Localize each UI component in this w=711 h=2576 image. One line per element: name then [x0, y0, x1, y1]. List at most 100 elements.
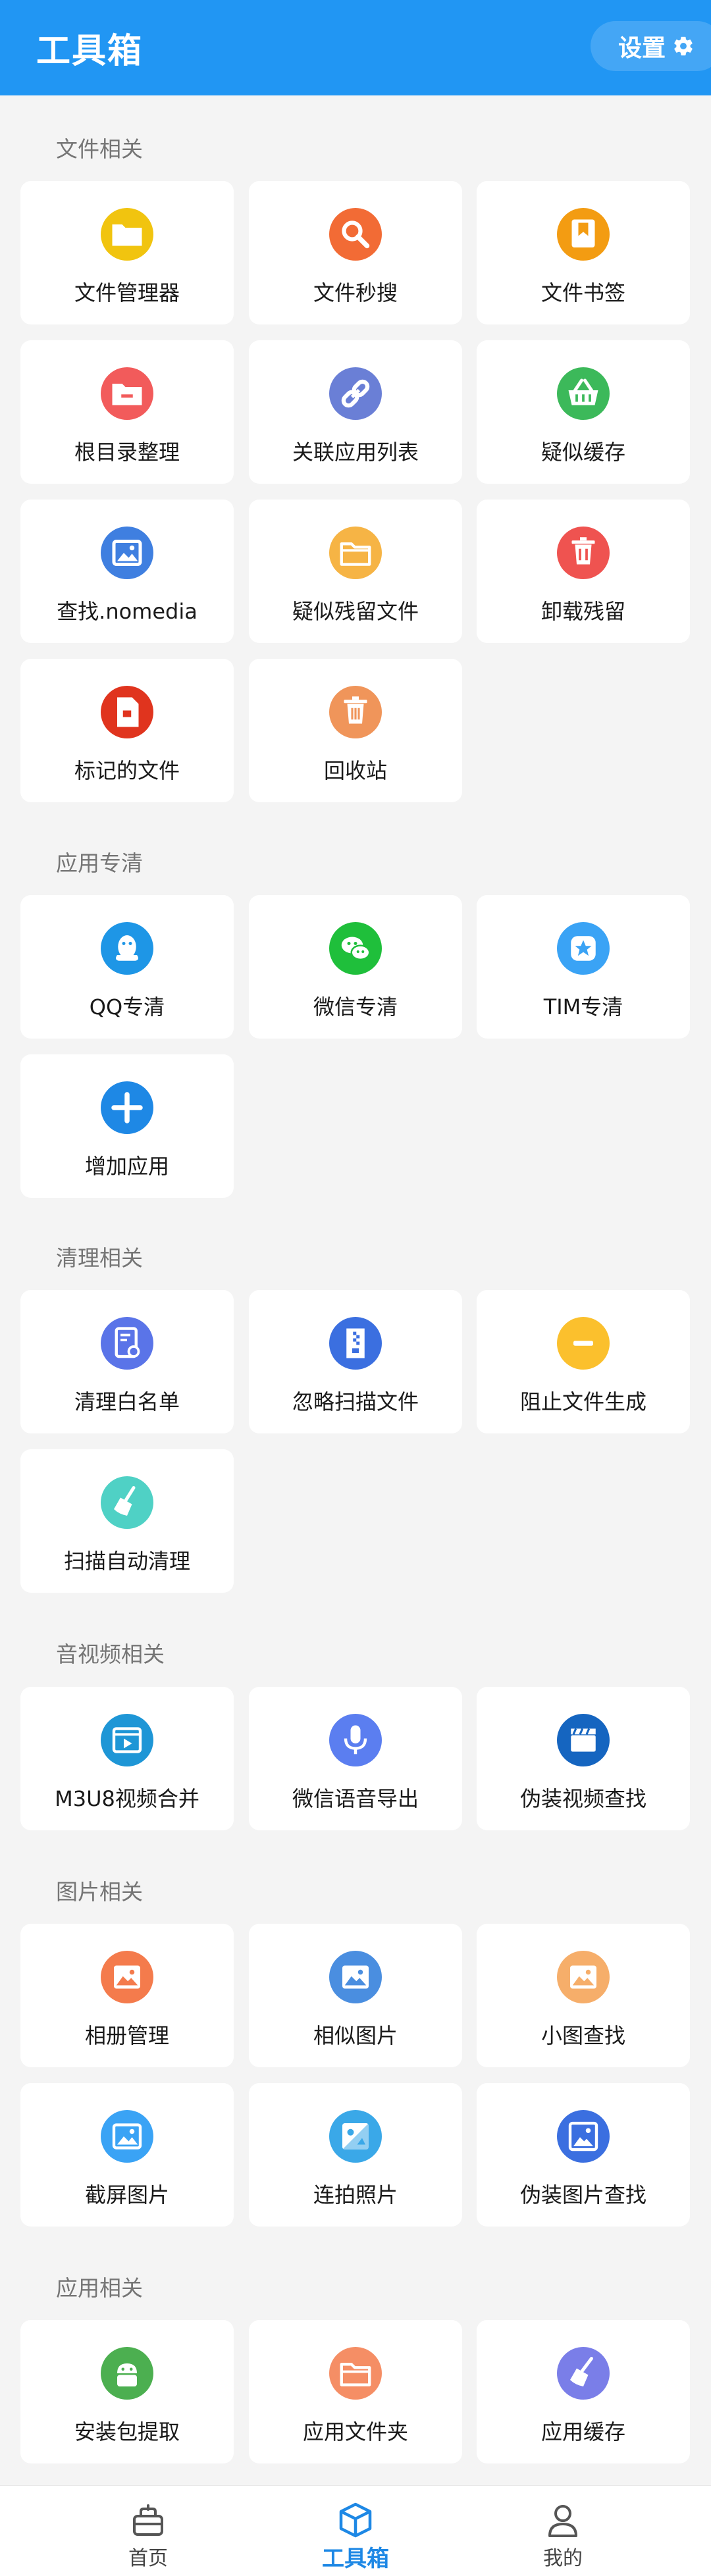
tool-card-label: 相册管理	[84, 2023, 169, 2048]
android-icon	[101, 2347, 153, 2400]
tool-card-video-merge[interactable]: M3U8视频合并	[20, 1687, 234, 1830]
tool-card-marked-file[interactable]: 标记的文件	[20, 659, 234, 802]
marked-file-icon	[101, 686, 153, 738]
tool-card-label: QQ专清	[89, 994, 165, 1019]
small-image-icon	[557, 1951, 610, 2003]
tool-card-label: 查找.nomedia	[57, 599, 198, 624]
tool-card-app-cache[interactable]: 应用缓存	[477, 2320, 690, 2463]
tool-card-fake-image[interactable]: 伪装图片查找	[477, 2083, 690, 2227]
tool-card-folder-outline[interactable]: 疑似残留文件	[249, 500, 462, 643]
tool-card-label: 伪装视频查找	[519, 1786, 646, 1811]
tool-card-basket[interactable]: 疑似缓存	[477, 340, 690, 484]
search-icon	[329, 208, 382, 261]
tool-card-bookmark[interactable]: 文件书签	[477, 181, 690, 324]
tool-card-burst-photo[interactable]: 连拍照片	[249, 2083, 462, 2227]
settings-label: 设置	[618, 35, 666, 62]
tool-card-search[interactable]: 文件秒搜	[249, 181, 462, 324]
tool-card-label: TIM专清	[543, 994, 623, 1019]
section-title: 文件相关	[56, 136, 143, 162]
page-title: 工具箱	[36, 32, 144, 71]
section-title: 音视频相关	[56, 1641, 165, 1667]
tool-card-label: 伪装图片查找	[519, 2182, 646, 2207]
tool-card-qq[interactable]: QQ专清	[20, 895, 234, 1039]
toolbox-icon	[336, 2500, 375, 2540]
tool-card-image[interactable]: 查找.nomedia	[20, 500, 234, 643]
tool-card-label: 疑似残留文件	[292, 599, 419, 624]
tool-card-label: 文件书签	[540, 280, 625, 305]
similar-image-icon	[329, 1951, 382, 2003]
section-title: 应用专清	[56, 850, 143, 876]
tool-card-screenshot[interactable]: 截屏图片	[20, 2083, 234, 2227]
trash-icon	[557, 527, 610, 579]
nav-item-mine[interactable]: 我的	[444, 2486, 681, 2576]
basket-icon	[557, 367, 610, 420]
app-folder-icon	[329, 2347, 382, 2400]
tool-card-link[interactable]: 关联应用列表	[249, 340, 462, 484]
tool-card-whitelist[interactable]: 清理白名单	[20, 1290, 234, 1433]
video-merge-icon	[101, 1714, 153, 1766]
tool-card-android[interactable]: 安装包提取	[20, 2320, 234, 2463]
recycle-bin-icon	[329, 686, 382, 738]
tool-card-label: 回收站	[323, 758, 387, 783]
tool-card-tim[interactable]: TIM专清	[477, 895, 690, 1039]
section-title: 应用相关	[56, 2275, 143, 2301]
nav-item-home[interactable]: 首页	[30, 2486, 267, 2576]
tool-card-microphone[interactable]: 微信语音导出	[249, 1687, 462, 1830]
plus-icon	[101, 1081, 153, 1134]
nav-label-toolbox: 工具箱	[322, 2546, 389, 2572]
tool-card-label: 文件秒搜	[313, 280, 398, 305]
bottom-navigation: 首页 工具箱 我的	[0, 2485, 711, 2576]
tool-card-folder-remove[interactable]: 根目录整理	[20, 340, 234, 484]
tool-card-label: 卸载残留	[540, 599, 625, 624]
tool-card-label: 根目录整理	[74, 440, 180, 465]
tool-card-ignore-file[interactable]: 忽略扫描文件	[249, 1290, 462, 1433]
tool-card-plus[interactable]: 增加应用	[20, 1054, 234, 1198]
broom-icon	[101, 1476, 153, 1529]
tool-card-label: 疑似缓存	[540, 440, 625, 465]
section-title: 图片相关	[56, 1879, 143, 1905]
app-cache-icon	[557, 2347, 610, 2400]
tool-card-similar-image[interactable]: 相似图片	[249, 1924, 462, 2067]
tool-card-label: 标记的文件	[74, 758, 180, 783]
tool-card-small-image[interactable]: 小图查找	[477, 1924, 690, 2067]
screenshot-icon	[101, 2110, 153, 2163]
tool-card-label: 相似图片	[313, 2023, 398, 2048]
tool-card-label: 关联应用列表	[292, 440, 419, 465]
tool-card-recycle-bin[interactable]: 回收站	[249, 659, 462, 802]
tim-icon	[557, 922, 610, 975]
folder-outline-icon	[329, 527, 382, 579]
tool-card-label: 微信语音导出	[292, 1786, 419, 1811]
tool-card-label: 微信专清	[313, 994, 398, 1019]
section-title: 清理相关	[56, 1245, 143, 1271]
tool-card-folder[interactable]: 文件管理器	[20, 181, 234, 324]
tool-card-broom[interactable]: 扫描自动清理	[20, 1449, 234, 1593]
tool-card-wechat[interactable]: 微信专清	[249, 895, 462, 1039]
tool-card-label: 应用文件夹	[302, 2419, 408, 2444]
tool-card-label: 增加应用	[84, 1154, 169, 1179]
tool-card-clapper[interactable]: 伪装视频查找	[477, 1687, 690, 1830]
person-icon	[543, 2500, 583, 2540]
nav-label-mine: 我的	[543, 2547, 583, 2570]
block-icon	[557, 1317, 610, 1370]
settings-button[interactable]: 设置	[591, 21, 711, 71]
nav-item-toolbox[interactable]: 工具箱	[237, 2486, 474, 2576]
album-icon	[101, 1951, 153, 2003]
tool-card-label: 清理白名单	[74, 1389, 180, 1414]
clapper-icon	[557, 1714, 610, 1766]
tool-card-app-folder[interactable]: 应用文件夹	[249, 2320, 462, 2463]
folder-icon	[101, 208, 153, 261]
microphone-icon	[329, 1714, 382, 1766]
qq-icon	[101, 922, 153, 975]
ignore-file-icon	[329, 1317, 382, 1370]
tool-card-label: 安装包提取	[74, 2419, 180, 2444]
tool-card-album[interactable]: 相册管理	[20, 1924, 234, 2067]
tool-card-label: 扫描自动清理	[63, 1549, 190, 1574]
nav-label-home: 首页	[128, 2547, 168, 2570]
tool-card-label: 截屏图片	[84, 2182, 169, 2207]
gear-icon	[672, 35, 695, 57]
app-header: 工具箱 设置	[0, 0, 711, 95]
whitelist-icon	[101, 1317, 153, 1370]
tool-card-trash[interactable]: 卸载残留	[477, 500, 690, 643]
tool-card-block[interactable]: 阻止文件生成	[477, 1290, 690, 1433]
tool-card-label: 小图查找	[540, 2023, 625, 2048]
